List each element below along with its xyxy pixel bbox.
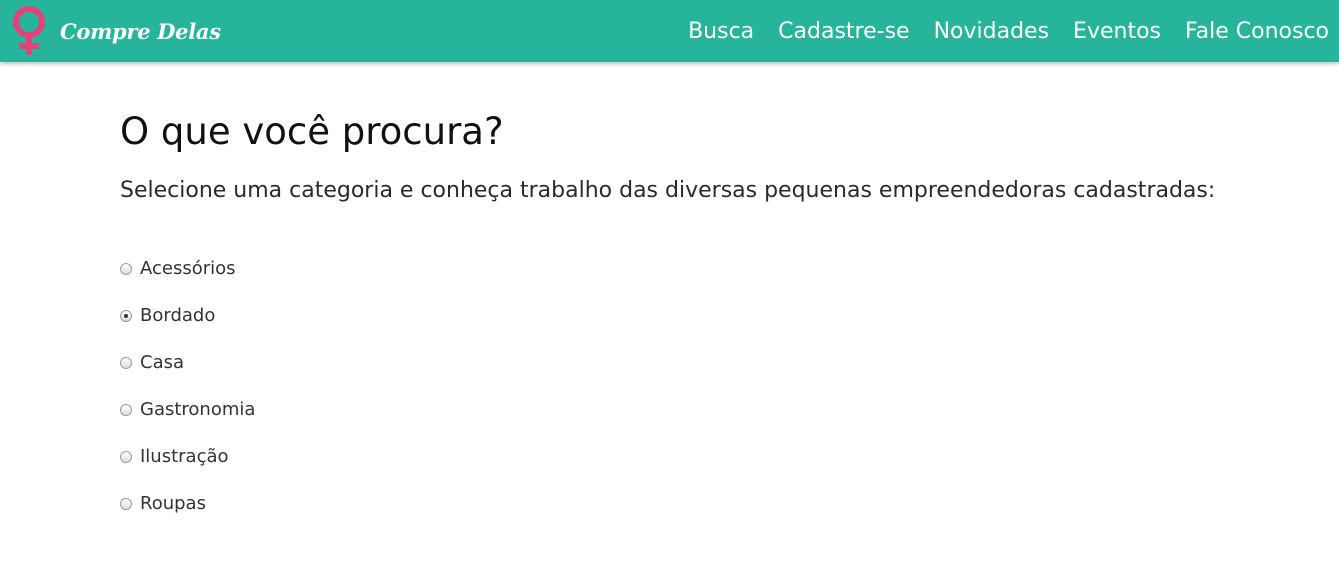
category-label[interactable]: Ilustração (140, 446, 229, 467)
category-label[interactable]: Bordado (140, 305, 215, 326)
nav-link-eventos[interactable]: Eventos (1073, 19, 1161, 44)
category-label[interactable]: Gastronomia (140, 399, 255, 420)
brand[interactable]: Compre Delas (10, 5, 221, 57)
category-option-casa[interactable]: Casa (120, 339, 1230, 386)
radio-button[interactable] (120, 450, 132, 463)
venus-symbol-icon (13, 6, 45, 55)
category-radio-group: Acessórios Bordado Casa Gastronomia Ilus… (120, 245, 1230, 527)
radio-button[interactable] (120, 356, 132, 369)
radio-button[interactable] (120, 309, 132, 322)
category-option-acessorios[interactable]: Acessórios (120, 245, 1230, 292)
page-subtitle: Selecione uma categoria e conheça trabal… (120, 178, 1216, 203)
category-option-ilustracao[interactable]: Ilustração (120, 433, 1230, 480)
nav-links: Busca Cadastre-se Novidades Eventos Fale… (664, 0, 1329, 62)
category-label[interactable]: Acessórios (140, 258, 236, 279)
nav-link-novidades[interactable]: Novidades (934, 19, 1049, 44)
top-navbar: Compre Delas Busca Cadastre-se Novidades… (0, 0, 1339, 62)
nav-link-busca[interactable]: Busca (688, 19, 754, 44)
category-label[interactable]: Casa (140, 352, 184, 373)
category-option-gastronomia[interactable]: Gastronomia (120, 386, 1230, 433)
radio-button[interactable] (120, 403, 132, 416)
page-title: O que você procura? (120, 110, 504, 153)
nav-link-fale-conosco[interactable]: Fale Conosco (1185, 19, 1329, 44)
radio-button[interactable] (120, 262, 132, 275)
nav-link-cadastre-se[interactable]: Cadastre-se (778, 19, 909, 44)
category-option-bordado[interactable]: Bordado (120, 292, 1230, 339)
radio-button[interactable] (120, 497, 132, 510)
category-option-roupas[interactable]: Roupas (120, 480, 1230, 527)
brand-name[interactable]: Compre Delas (60, 19, 221, 44)
main-content: O que você procura? Selecione uma catego… (120, 108, 1230, 527)
category-label[interactable]: Roupas (140, 493, 206, 514)
